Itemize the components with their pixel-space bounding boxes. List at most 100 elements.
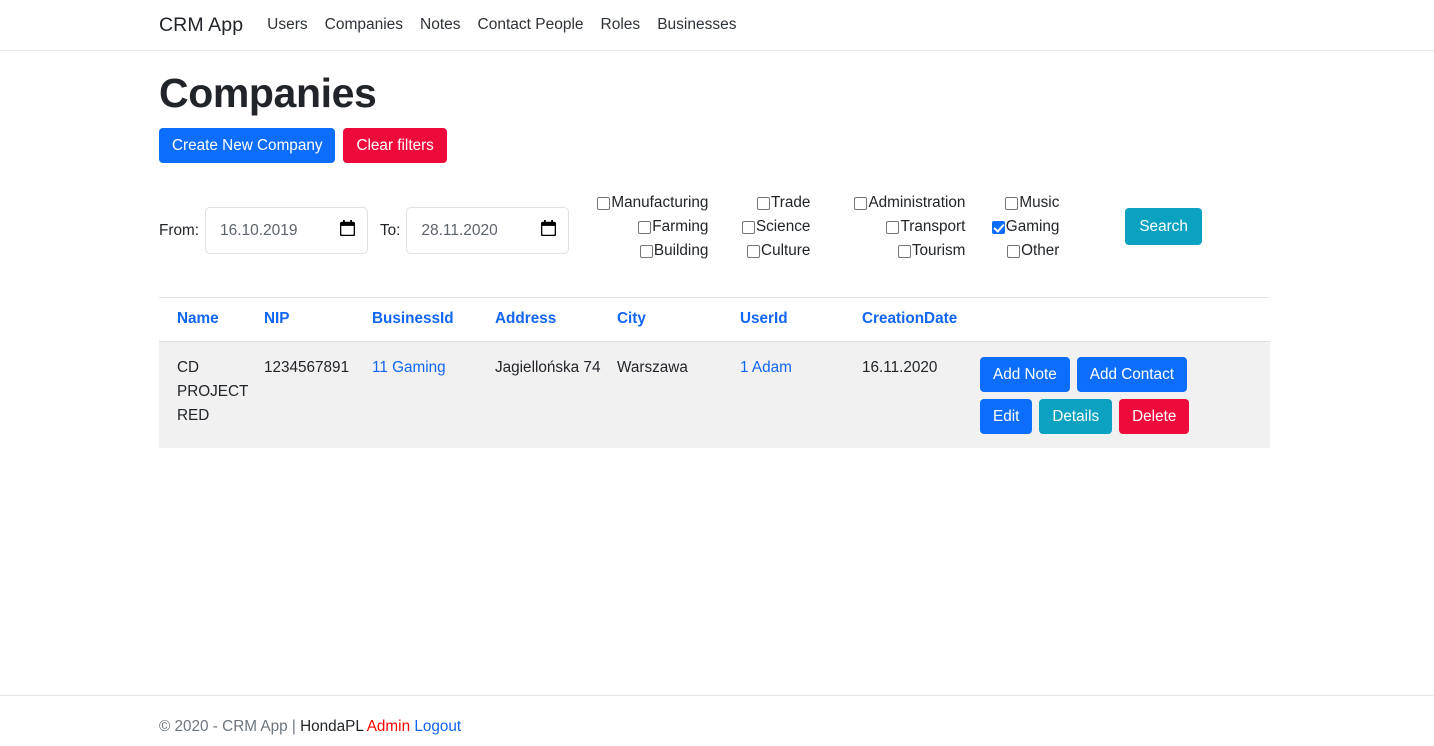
- footer-copyright: © 2020 - CRM App |: [159, 718, 296, 735]
- checkbox-checked-icon[interactable]: [991, 220, 1005, 234]
- calendar-icon[interactable]: [541, 220, 557, 241]
- checkbox-other[interactable]: Other: [1007, 239, 1059, 263]
- businessid-link[interactable]: 11 Gaming: [372, 359, 446, 376]
- footer-username: HondaPL: [300, 718, 364, 735]
- checkbox-box-icon[interactable]: [1007, 244, 1021, 258]
- column-header-city[interactable]: City: [617, 297, 740, 343]
- checkbox-box-icon[interactable]: [741, 220, 755, 234]
- checkbox-label: Manufacturing: [611, 194, 709, 212]
- category-filters: Manufacturing Farming Building Trade Sci…: [597, 191, 1059, 263]
- checkbox-box-icon[interactable]: [747, 244, 761, 258]
- cell-businessid: 11 Gaming: [372, 341, 495, 449]
- to-date-input[interactable]: 28.11.2020: [406, 207, 570, 255]
- footer-logout-link[interactable]: Logout: [414, 718, 461, 735]
- page-action-buttons: Create New Company Clear filters: [159, 128, 1434, 164]
- column-header-actions: [980, 297, 1270, 343]
- companies-table-wrap: Name NIP BusinessId Address City UserId …: [159, 297, 1270, 449]
- checkbox-building[interactable]: Building: [639, 239, 709, 263]
- userid-link[interactable]: 1 Adam: [740, 359, 792, 376]
- table-body: CD PROJECT RED 1234567891 11 Gaming Jagi…: [159, 341, 1270, 449]
- from-date-input[interactable]: 16.10.2019: [204, 207, 368, 255]
- checkbox-label: Farming: [652, 218, 709, 236]
- main-content: Companies Create New Company Clear filte…: [0, 51, 1434, 449]
- from-label: From:: [159, 221, 199, 239]
- checkbox-label: Gaming: [1005, 218, 1060, 236]
- nav-item-roles[interactable]: Roles: [601, 16, 641, 34]
- category-column-1: Manufacturing Farming Building: [597, 191, 709, 263]
- checkbox-label: Transport: [900, 218, 966, 236]
- page-title: Companies: [159, 70, 377, 116]
- checkbox-administration[interactable]: Administration: [854, 191, 965, 215]
- checkbox-label: Music: [1019, 194, 1060, 212]
- checkbox-music[interactable]: Music: [1005, 191, 1059, 215]
- column-header-creationdate[interactable]: CreationDate: [862, 297, 980, 343]
- checkbox-label: Science: [755, 218, 811, 236]
- checkbox-box-icon[interactable]: [897, 244, 911, 258]
- checkbox-label: Building: [653, 242, 709, 260]
- checkbox-label: Culture: [761, 242, 811, 260]
- brand-logo[interactable]: CRM App: [159, 14, 243, 37]
- filter-bar: From: 16.10.2019 To: 28.11.2020 Manufact…: [159, 187, 1434, 263]
- footer: © 2020 - CRM App | HondaPL Admin Logout: [0, 695, 1434, 736]
- checkbox-gaming[interactable]: Gaming: [991, 215, 1060, 239]
- cell-name: CD PROJECT RED: [159, 341, 264, 449]
- checkbox-box-icon[interactable]: [886, 220, 900, 234]
- from-date-value: 16.10.2019: [219, 221, 298, 239]
- category-column-3: Administration Transport Tourism: [810, 191, 965, 263]
- row-action-buttons-secondary: Edit Details Delete: [980, 399, 1260, 435]
- checkbox-box-icon[interactable]: [1005, 196, 1019, 210]
- cell-address: Jagiellońska 74: [495, 341, 617, 449]
- checkbox-label: Administration: [868, 194, 966, 212]
- create-new-company-button[interactable]: Create New Company: [159, 128, 336, 164]
- to-date-value: 28.11.2020: [421, 221, 498, 239]
- date-range-group: From: 16.10.2019 To: 28.11.2020: [159, 207, 570, 255]
- nav-item-users[interactable]: Users: [267, 16, 307, 34]
- checkbox-box-icon[interactable]: [639, 244, 653, 258]
- checkbox-tourism[interactable]: Tourism: [897, 239, 966, 263]
- checkbox-science[interactable]: Science: [741, 215, 811, 239]
- details-button[interactable]: Details: [1039, 399, 1113, 435]
- nav-item-companies[interactable]: Companies: [325, 16, 403, 34]
- checkbox-label: Tourism: [911, 242, 966, 260]
- cell-creationdate: 16.11.2020: [862, 341, 980, 449]
- search-button-wrap: Search: [1125, 208, 1202, 246]
- nav-item-businesses[interactable]: Businesses: [657, 16, 736, 34]
- add-contact-button[interactable]: Add Contact: [1076, 357, 1187, 393]
- edit-button[interactable]: Edit: [980, 399, 1033, 435]
- delete-button[interactable]: Delete: [1119, 399, 1190, 435]
- checkbox-box-icon[interactable]: [854, 196, 868, 210]
- column-header-name[interactable]: Name: [159, 297, 264, 343]
- clear-filters-button[interactable]: Clear filters: [343, 128, 447, 164]
- nav-links: Users Companies Notes Contact People Rol…: [267, 16, 736, 34]
- checkbox-box-icon[interactable]: [638, 220, 652, 234]
- to-label: To:: [379, 221, 401, 239]
- search-button[interactable]: Search: [1125, 208, 1202, 246]
- checkbox-label: Other: [1021, 242, 1060, 260]
- checkbox-transport[interactable]: Transport: [886, 215, 965, 239]
- cell-city: Warszawa: [617, 341, 740, 449]
- column-header-nip[interactable]: NIP: [264, 297, 372, 343]
- companies-table: Name NIP BusinessId Address City UserId …: [159, 297, 1270, 449]
- table-row: CD PROJECT RED 1234567891 11 Gaming Jagi…: [159, 341, 1270, 449]
- row-action-buttons: Add Note Add Contact Edit Details Delete: [980, 356, 1260, 435]
- category-column-4: Music Gaming Other: [965, 191, 1059, 263]
- checkbox-trade[interactable]: Trade: [756, 191, 810, 215]
- column-header-userid[interactable]: UserId: [740, 297, 862, 343]
- checkbox-box-icon[interactable]: [756, 196, 770, 210]
- category-column-2: Trade Science Culture: [708, 191, 810, 263]
- column-header-address[interactable]: Address: [495, 297, 617, 343]
- cell-actions: Add Note Add Contact Edit Details Delete: [980, 341, 1270, 449]
- column-header-businessid[interactable]: BusinessId: [372, 297, 495, 343]
- checkbox-culture[interactable]: Culture: [747, 239, 810, 263]
- checkbox-box-icon[interactable]: [597, 196, 611, 210]
- footer-admin-link[interactable]: Admin: [367, 718, 410, 735]
- cell-nip: 1234567891: [264, 341, 372, 449]
- nav-item-notes[interactable]: Notes: [420, 16, 461, 34]
- checkbox-manufacturing[interactable]: Manufacturing: [597, 191, 708, 215]
- calendar-icon[interactable]: [339, 220, 356, 241]
- nav-item-contact-people[interactable]: Contact People: [478, 16, 584, 34]
- checkbox-farming[interactable]: Farming: [638, 215, 708, 239]
- table-header-row: Name NIP BusinessId Address City UserId …: [159, 297, 1270, 343]
- add-note-button[interactable]: Add Note: [980, 357, 1070, 393]
- cell-userid: 1 Adam: [740, 341, 862, 449]
